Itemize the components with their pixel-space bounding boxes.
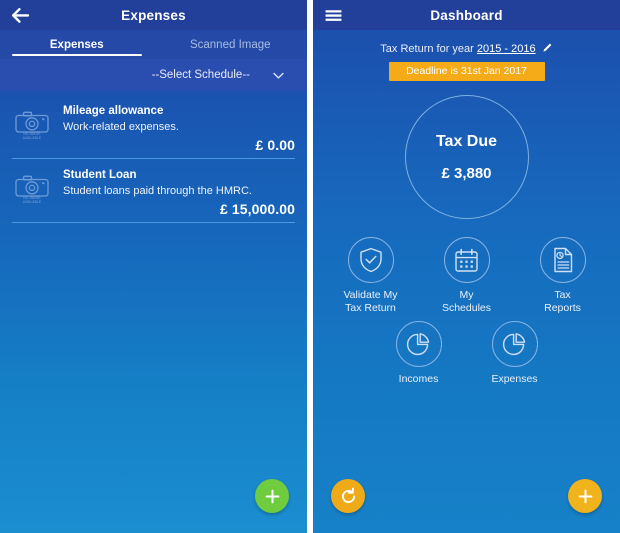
pie-chart-icon xyxy=(502,332,526,355)
menu-item-label-line1: Incomes xyxy=(398,373,439,385)
dashboard-menu-grid: Validate My Tax Return My Schedules Tax … xyxy=(313,237,620,392)
list-item-title: Student Loan xyxy=(63,169,137,181)
thumbnail-placeholder: NO IMAGE AVAILABLE xyxy=(12,170,52,204)
expenses-list: NO IMAGE AVAILABLE Mileage allowance Wor… xyxy=(0,91,307,223)
edit-year-button[interactable] xyxy=(542,42,553,56)
back-button[interactable] xyxy=(9,4,31,26)
menu-icon-wrap xyxy=(539,237,586,283)
page-title: Dashboard xyxy=(430,7,503,23)
deadline-badge[interactable]: Deadline is 31st Jan 2017 xyxy=(388,62,545,81)
list-item[interactable]: NO IMAGE AVAILABLE Student Loan Student … xyxy=(0,159,307,222)
list-item-body: Student Loan Student loans paid through … xyxy=(52,168,295,217)
thumbnail-placeholder-text: NO IMAGE AVAILABLE xyxy=(12,132,52,140)
tab-scanned-image-label: Scanned Image xyxy=(189,38,271,51)
schedule-select-value[interactable]: --Select Schedule-- xyxy=(152,69,250,81)
tax-due-label: Tax Due xyxy=(435,132,498,150)
schedule-select-bar[interactable]: --Select Schedule-- xyxy=(0,59,307,91)
hamburger-menu-icon xyxy=(325,9,341,21)
menu-icon-wrap xyxy=(395,321,442,367)
menu-item-label-line1: Validate My xyxy=(343,289,398,301)
page-title: Expenses xyxy=(121,7,186,23)
tax-return-prefix: Tax Return for year xyxy=(380,43,474,55)
dashboard-menu-row-1: Validate My Tax Return My Schedules Tax … xyxy=(313,237,620,321)
menu-icon-wrap xyxy=(347,237,394,283)
menu-item-label-line2: Schedules xyxy=(441,302,492,314)
document-clock-icon xyxy=(553,247,572,273)
menu-button[interactable] xyxy=(322,4,344,26)
menu-item-label-line2: Reports xyxy=(544,302,581,314)
expenses-screen: Expenses Expenses Scanned Image --Select… xyxy=(0,0,307,533)
dashboard-screen: Dashboard Tax Return for year 2015 - 201… xyxy=(313,0,620,533)
menu-item-label: Tax Reports xyxy=(544,289,581,315)
thumbnail-placeholder-text: NO IMAGE AVAILABLE xyxy=(12,196,52,204)
dashboard-menu-row-2: Incomes Expenses xyxy=(313,321,620,392)
list-item-title: Mileage allowance xyxy=(63,105,164,117)
expenses-tabbar: Expenses Scanned Image xyxy=(0,30,307,59)
list-item-subtitle: Student loans paid through the HMRC. xyxy=(63,185,252,197)
thumb-text-line2: AVAILABLE xyxy=(22,200,42,204)
add-expense-fab[interactable] xyxy=(255,479,289,513)
menu-item-incomes[interactable]: Incomes xyxy=(371,321,467,386)
expenses-appbar: Expenses xyxy=(0,0,307,30)
menu-item-label: Expenses xyxy=(491,373,537,386)
tab-expenses-label: Expenses xyxy=(49,38,104,51)
menu-item-label: Validate My Tax Return xyxy=(343,289,397,315)
tax-due-circle[interactable]: Tax Due £ 3,880 xyxy=(404,95,529,219)
menu-item-label-line1: My xyxy=(459,289,474,301)
menu-item-label-line1: Expenses xyxy=(491,373,538,385)
menu-item-label: My Schedules xyxy=(442,289,491,315)
dashboard-appbar: Dashboard xyxy=(313,0,620,30)
pie-chart-icon xyxy=(406,332,430,355)
menu-item-tax-reports[interactable]: Tax Reports xyxy=(515,237,611,315)
refresh-fab[interactable] xyxy=(331,479,365,513)
tab-expenses[interactable]: Expenses xyxy=(0,30,154,59)
list-item[interactable]: NO IMAGE AVAILABLE Mileage allowance Wor… xyxy=(0,95,307,158)
menu-item-my-schedules[interactable]: My Schedules xyxy=(419,237,515,315)
back-arrow-icon xyxy=(11,7,29,23)
menu-item-validate-my-tax-return[interactable]: Validate My Tax Return xyxy=(323,237,419,315)
refresh-icon xyxy=(341,487,355,503)
tax-return-year-line: Tax Return for year 2015 - 2016 xyxy=(313,42,620,56)
list-item-amount: £ 0.00 xyxy=(255,137,295,153)
list-item-subtitle: Work-related expenses. xyxy=(63,121,179,133)
add-fab[interactable] xyxy=(568,479,602,513)
thumb-text-line2: AVAILABLE xyxy=(22,136,42,140)
menu-item-label-line2: Tax Return xyxy=(345,302,396,314)
menu-icon-wrap xyxy=(491,321,538,367)
menu-item-expenses[interactable]: Expenses xyxy=(467,321,563,386)
tab-scanned-image[interactable]: Scanned Image xyxy=(154,30,308,59)
list-item-body: Mileage allowance Work-related expenses.… xyxy=(52,104,295,153)
plus-icon xyxy=(578,489,592,503)
pencil-icon xyxy=(543,43,552,52)
thumbnail-placeholder: NO IMAGE AVAILABLE xyxy=(12,106,52,140)
list-divider xyxy=(12,222,295,223)
plus-icon xyxy=(265,489,279,503)
calendar-icon xyxy=(455,248,478,272)
tax-return-year-value[interactable]: 2015 - 2016 xyxy=(477,43,536,55)
shield-check-icon xyxy=(359,247,382,273)
chevron-down-icon[interactable] xyxy=(272,69,285,82)
menu-item-label: Incomes xyxy=(399,373,439,386)
list-item-amount: £ 15,000.00 xyxy=(219,201,295,217)
tax-due-value: £ 3,880 xyxy=(441,164,492,182)
menu-item-label-line1: Tax xyxy=(554,289,571,301)
menu-icon-wrap xyxy=(443,237,490,283)
screenshot-root: Expenses Expenses Scanned Image --Select… xyxy=(0,0,620,533)
